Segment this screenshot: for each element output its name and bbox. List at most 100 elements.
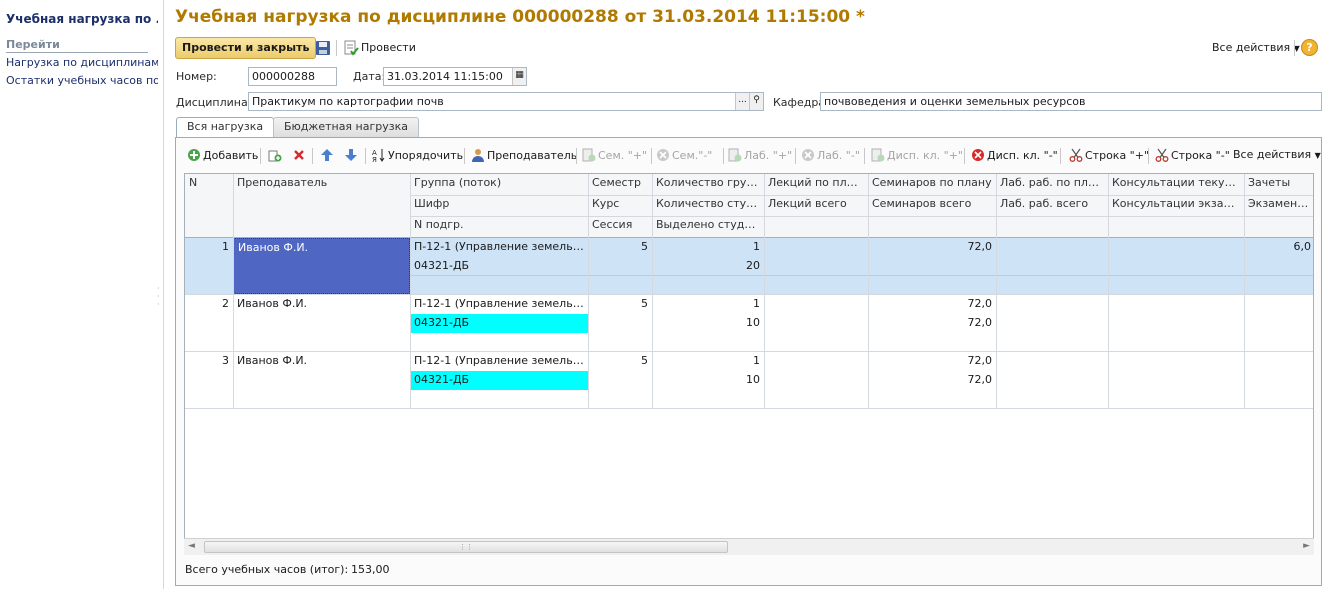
column-header-seminars[interactable] bbox=[868, 216, 996, 237]
cell-groups[interactable]: 10 bbox=[652, 371, 764, 390]
cell-semester[interactable]: 5 bbox=[588, 295, 652, 314]
cell-consult[interactable] bbox=[1108, 295, 1244, 314]
cell-groups[interactable] bbox=[652, 276, 764, 295]
cell-group[interactable]: П-12-1 (Управление земельны... bbox=[410, 352, 588, 371]
select-button[interactable]: ... bbox=[735, 93, 749, 110]
cell-groups[interactable]: 1 bbox=[652, 295, 764, 314]
cell-group[interactable]: 04321-ДБ bbox=[410, 314, 588, 333]
date-field[interactable]: 31.03.2014 11:15:00 ▦ bbox=[383, 67, 527, 86]
column-header-groups[interactable]: Количество групп bbox=[652, 174, 764, 195]
cell-group[interactable] bbox=[410, 276, 588, 295]
column-header-labs[interactable]: Лаб. раб. по плану bbox=[996, 174, 1108, 195]
column-header-credits[interactable] bbox=[1244, 216, 1313, 237]
load-table[interactable]: N Преподаватель Группа (поток) Шифр N подгр.… bbox=[184, 173, 1314, 555]
cell-credits[interactable]: 6,0 bbox=[1244, 238, 1313, 257]
add-row-button[interactable]: Добавить bbox=[187, 148, 258, 162]
column-header-n[interactable]: N bbox=[185, 174, 233, 195]
cell-labs[interactable] bbox=[996, 371, 1108, 390]
cell-seminars[interactable]: 72,0 bbox=[868, 238, 996, 257]
cell-labs[interactable] bbox=[996, 257, 1108, 276]
save-icon[interactable] bbox=[315, 40, 331, 56]
post-and-close-button[interactable]: Провести и закрыть bbox=[175, 37, 317, 59]
column-header-consult[interactable]: Консультации экзамен bbox=[1108, 195, 1244, 216]
cell-seminars[interactable]: 72,0 bbox=[868, 314, 996, 333]
cell-credits[interactable] bbox=[1244, 352, 1313, 371]
cell-consult[interactable] bbox=[1108, 314, 1244, 333]
cell-labs[interactable] bbox=[996, 295, 1108, 314]
cell-consult[interactable] bbox=[1108, 371, 1244, 390]
cell-group[interactable]: 04321-ДБ bbox=[410, 257, 588, 276]
copy-row-button[interactable] bbox=[268, 148, 284, 162]
cell-group[interactable]: П-12-1 (Управление земельны... bbox=[410, 238, 588, 257]
column-header-semester[interactable]: Семестр bbox=[588, 174, 652, 195]
cell-semester[interactable] bbox=[588, 276, 652, 295]
disc-class-plus-button[interactable]: Дисп. кл. "+" bbox=[871, 148, 963, 162]
column-header-labs[interactable]: Лаб. раб. всего bbox=[996, 195, 1108, 216]
scroll-right-icon[interactable]: ► bbox=[1303, 541, 1310, 551]
cell-credits[interactable] bbox=[1244, 295, 1313, 314]
all-actions-menu[interactable]: Все действия ▼ bbox=[1212, 41, 1300, 54]
column-header-lectures[interactable]: Лекций по плану bbox=[764, 174, 868, 195]
row-plus-button[interactable]: Строка "+" bbox=[1069, 148, 1149, 162]
cell-teacher[interactable]: Иванов Ф.И. bbox=[233, 352, 410, 408]
column-header-lectures[interactable]: Лекций всего bbox=[764, 195, 868, 216]
cell-labs[interactable] bbox=[996, 238, 1108, 257]
post-button[interactable]: Провести bbox=[361, 41, 416, 54]
cell-semester[interactable]: 5 bbox=[588, 352, 652, 371]
cell-consult[interactable] bbox=[1108, 257, 1244, 276]
cell-semester[interactable] bbox=[588, 314, 652, 333]
cell-groups[interactable]: 20 bbox=[652, 257, 764, 276]
seminar-minus-button[interactable]: Сем."-" bbox=[656, 148, 712, 162]
help-icon[interactable]: ? bbox=[1301, 39, 1318, 56]
column-header-semester[interactable]: Сессия bbox=[588, 216, 652, 237]
cell-semester[interactable] bbox=[588, 333, 652, 352]
column-header-n[interactable] bbox=[185, 195, 233, 216]
cell-group[interactable]: П-12-1 (Управление земельны... bbox=[410, 295, 588, 314]
department-field[interactable]: почвоведения и оценки земельных ресурсов bbox=[820, 92, 1322, 111]
horizontal-scrollbar[interactable]: ◄ ⋮⋮ ► bbox=[184, 538, 1314, 555]
column-header-teacher[interactable] bbox=[233, 216, 410, 237]
column-header-group[interactable]: N подгр. bbox=[410, 216, 588, 237]
column-header-consult[interactable]: Консультации текущие bbox=[1108, 174, 1244, 195]
search-icon[interactable]: ⚲ bbox=[749, 93, 763, 110]
cell-lectures[interactable] bbox=[764, 238, 868, 257]
lab-plus-button[interactable]: Лаб. "+" bbox=[728, 148, 792, 162]
column-header-groups[interactable]: Количество студе... bbox=[652, 195, 764, 216]
nav-link-remaining-hours[interactable]: Остатки учебных часов по... bbox=[6, 74, 158, 87]
cell-semester[interactable] bbox=[588, 257, 652, 276]
column-header-lectures[interactable] bbox=[764, 216, 868, 237]
row-minus-button[interactable]: Строка "-" bbox=[1155, 148, 1230, 162]
tab-budget-load[interactable]: Бюджетная нагрузка bbox=[273, 117, 419, 137]
column-header-group[interactable]: Шифр bbox=[410, 195, 588, 216]
column-header-credits[interactable]: Зачеты bbox=[1244, 174, 1313, 195]
cell-teacher[interactable]: Иванов Ф.И. bbox=[233, 295, 410, 351]
move-up-button[interactable] bbox=[320, 148, 336, 162]
disc-class-minus-button[interactable]: Дисп. кл. "-" bbox=[971, 148, 1058, 162]
cell-labs[interactable] bbox=[996, 314, 1108, 333]
column-header-consult[interactable] bbox=[1108, 216, 1244, 237]
cell-groups[interactable]: 1 bbox=[652, 238, 764, 257]
delete-row-button[interactable] bbox=[292, 148, 308, 162]
cell-consult[interactable] bbox=[1108, 238, 1244, 257]
cell-lectures[interactable] bbox=[764, 257, 868, 276]
cell-seminars[interactable] bbox=[868, 257, 996, 276]
column-header-teacher[interactable] bbox=[233, 195, 410, 216]
cell-semester[interactable] bbox=[588, 371, 652, 390]
post-document-icon[interactable] bbox=[343, 40, 359, 56]
cell-group[interactable] bbox=[410, 333, 588, 352]
cell-credits[interactable] bbox=[1244, 314, 1313, 333]
cell-semester[interactable]: 5 bbox=[588, 238, 652, 257]
teacher-button[interactable]: Преподаватель bbox=[471, 148, 577, 162]
cell-n[interactable]: 1 bbox=[185, 238, 233, 294]
cell-semester[interactable] bbox=[588, 390, 652, 409]
cell-n[interactable]: 2 bbox=[185, 295, 233, 351]
column-header-semester[interactable]: Курс bbox=[588, 195, 652, 216]
seminar-plus-button[interactable]: Сем. "+" bbox=[582, 148, 647, 162]
column-header-seminars[interactable]: Семинаров всего bbox=[868, 195, 996, 216]
cell-lectures[interactable] bbox=[764, 314, 868, 333]
nav-title[interactable]: Учебная нагрузка по ... bbox=[6, 12, 158, 26]
scrollbar-thumb[interactable]: ⋮⋮ bbox=[204, 541, 728, 553]
calendar-icon[interactable]: ▦ bbox=[512, 68, 526, 85]
lab-minus-button[interactable]: Лаб. "-" bbox=[801, 148, 860, 162]
column-header-n[interactable] bbox=[185, 216, 233, 237]
